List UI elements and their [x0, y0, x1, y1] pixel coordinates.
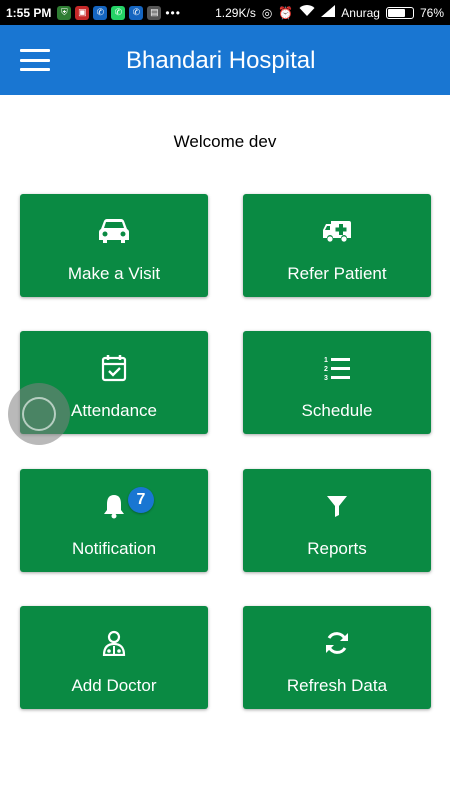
signal-icon — [321, 5, 336, 20]
reports-button[interactable]: Reports — [243, 469, 431, 572]
touch-indicator — [8, 383, 70, 445]
svg-text:3: 3 — [324, 375, 328, 381]
numbered-list-icon: 1 2 3 — [243, 353, 431, 383]
tile-label: Refer Patient — [287, 264, 387, 283]
welcome-text: Welcome dev — [173, 132, 277, 151]
shield-app-icon: ⛨ — [57, 5, 72, 20]
svg-text:1: 1 — [324, 357, 328, 364]
notification-badge: 7 — [128, 487, 154, 513]
notification-button[interactable]: 7 Notification — [20, 469, 208, 572]
carrier-name: Anurag — [341, 5, 380, 20]
battery-percent: 76% — [419, 5, 444, 20]
app-bar: Bhandari Hospital — [0, 25, 450, 95]
vpn-icon: ◎ — [261, 5, 273, 20]
app-title: Bhandari Hospital — [126, 47, 316, 74]
phone-app-icon: ✆ — [93, 5, 108, 20]
tile-label: Make a Visit — [67, 264, 161, 283]
schedule-button[interactable]: 1 2 3 Schedule — [243, 331, 431, 434]
network-speed: 1.29K/s — [215, 5, 256, 20]
status-time: 1:55 PM — [6, 5, 52, 20]
add-doctor-button[interactable]: Add Doctor — [20, 606, 208, 709]
battery-icon — [385, 6, 414, 19]
wifi-icon — [299, 5, 315, 20]
bell-icon — [20, 491, 208, 521]
status-bar: 1:55 PM ⛨ ▣ ✆ ✆ ✆ ▤ ••• 1.29K/s ◎ ⏰ Anur… — [0, 0, 450, 25]
calendar-check-icon — [20, 353, 208, 383]
car-icon — [20, 216, 208, 246]
tile-label: Reports — [307, 539, 367, 558]
svg-text:2: 2 — [324, 366, 328, 373]
refresh-data-button[interactable]: Refresh Data — [243, 606, 431, 709]
tile-label: Add Doctor — [71, 676, 157, 695]
refer-patient-button[interactable]: Refer Patient — [243, 194, 431, 297]
app-icon: ▤ — [147, 5, 162, 20]
whatsapp-icon: ✆ — [111, 5, 126, 20]
phone-call-icon: ✆ — [129, 5, 144, 20]
app-notification-icon: ▣ — [75, 5, 90, 20]
ambulance-icon — [243, 216, 431, 246]
menu-icon[interactable] — [20, 49, 50, 71]
alarm-icon: ⏰ — [278, 5, 294, 20]
more-notifications-icon: ••• — [165, 5, 181, 20]
filter-icon — [243, 491, 431, 521]
refresh-icon — [243, 628, 431, 658]
tile-label: Schedule — [301, 401, 373, 420]
tile-label: Refresh Data — [286, 676, 388, 695]
doctor-icon — [20, 628, 208, 658]
make-visit-button[interactable]: Make a Visit — [20, 194, 208, 297]
tile-label: Notification — [71, 539, 157, 558]
